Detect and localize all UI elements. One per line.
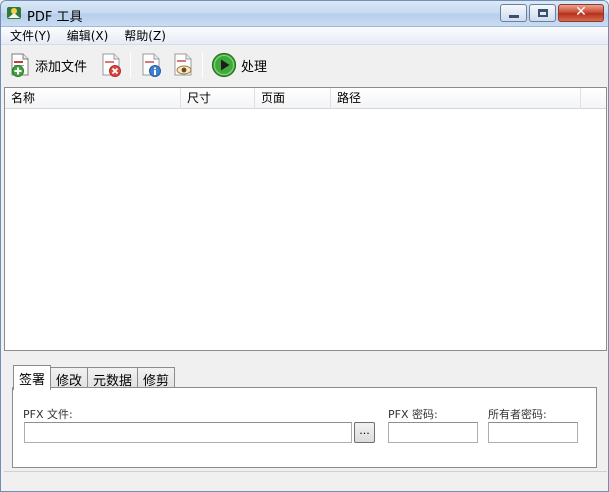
remove-file-button[interactable] <box>100 50 122 80</box>
toolbar-separator <box>202 52 203 78</box>
sign-panel: PFX 文件: ... PFX 密码: 所有者密码: <box>12 387 597 468</box>
column-header-name[interactable]: 名称 <box>5 88 181 109</box>
column-header-path[interactable]: 路径 <box>331 88 581 109</box>
pfx-file-input[interactable] <box>24 422 352 443</box>
toolbar-separator <box>130 52 131 78</box>
menu-bar: 文件(Y) 编辑(X) 帮助(Z) <box>1 27 608 45</box>
preview-document-icon <box>174 53 192 76</box>
play-icon <box>211 52 237 78</box>
toolbar: 添加文件 处理 <box>1 46 608 86</box>
tab-sign[interactable]: 签署 <box>13 365 52 390</box>
file-list[interactable]: 名称 尺寸 页面 路径 <box>4 87 607 351</box>
remove-document-icon <box>102 53 121 77</box>
pfx-file-label: PFX 文件: <box>23 408 73 421</box>
browse-button[interactable]: ... <box>354 422 375 443</box>
tab-trim[interactable]: 修剪 <box>137 367 176 389</box>
window-controls: ✕ <box>500 4 604 22</box>
close-icon: ✕ <box>575 4 587 20</box>
bottom-divider <box>4 471 607 472</box>
pfx-password-input[interactable] <box>388 422 478 443</box>
app-window: PDF 工具 ✕ 文件(Y) 编辑(X) 帮助(Z) 添加文件 处理 名称 尺寸… <box>0 0 609 492</box>
file-info-button[interactable] <box>140 50 162 80</box>
menu-file[interactable]: 文件(Y) <box>1 27 58 44</box>
close-button[interactable]: ✕ <box>558 4 604 22</box>
menu-help[interactable]: 帮助(Z) <box>115 27 173 44</box>
pfx-password-label: PFX 密码: <box>388 408 438 421</box>
preview-button[interactable] <box>172 50 194 80</box>
file-list-header: 名称 尺寸 页面 路径 <box>5 88 606 109</box>
process-button[interactable]: 处理 <box>211 50 267 80</box>
minimize-button[interactable] <box>500 4 527 22</box>
title-bar[interactable]: PDF 工具 ✕ <box>1 1 608 27</box>
minimize-icon <box>509 15 519 18</box>
owner-password-label: 所有者密码: <box>488 408 547 421</box>
process-label: 处理 <box>241 59 268 75</box>
column-header-pages[interactable]: 页面 <box>255 88 331 109</box>
add-document-icon <box>11 53 29 77</box>
tab-modify[interactable]: 修改 <box>50 367 89 389</box>
tab-metadata[interactable]: 元数据 <box>87 367 139 389</box>
add-file-button[interactable]: 添加文件 <box>9 50 87 80</box>
menu-edit[interactable]: 编辑(X) <box>58 27 116 44</box>
app-logo-icon <box>7 7 21 19</box>
column-header-size[interactable]: 尺寸 <box>181 88 255 109</box>
owner-password-input[interactable] <box>488 422 578 443</box>
window-title: PDF 工具 <box>27 10 83 25</box>
maximize-icon <box>538 9 548 17</box>
maximize-button[interactable] <box>529 4 556 22</box>
info-document-icon <box>142 53 161 77</box>
column-header-filler <box>581 88 606 109</box>
add-file-label: 添加文件 <box>35 59 88 75</box>
